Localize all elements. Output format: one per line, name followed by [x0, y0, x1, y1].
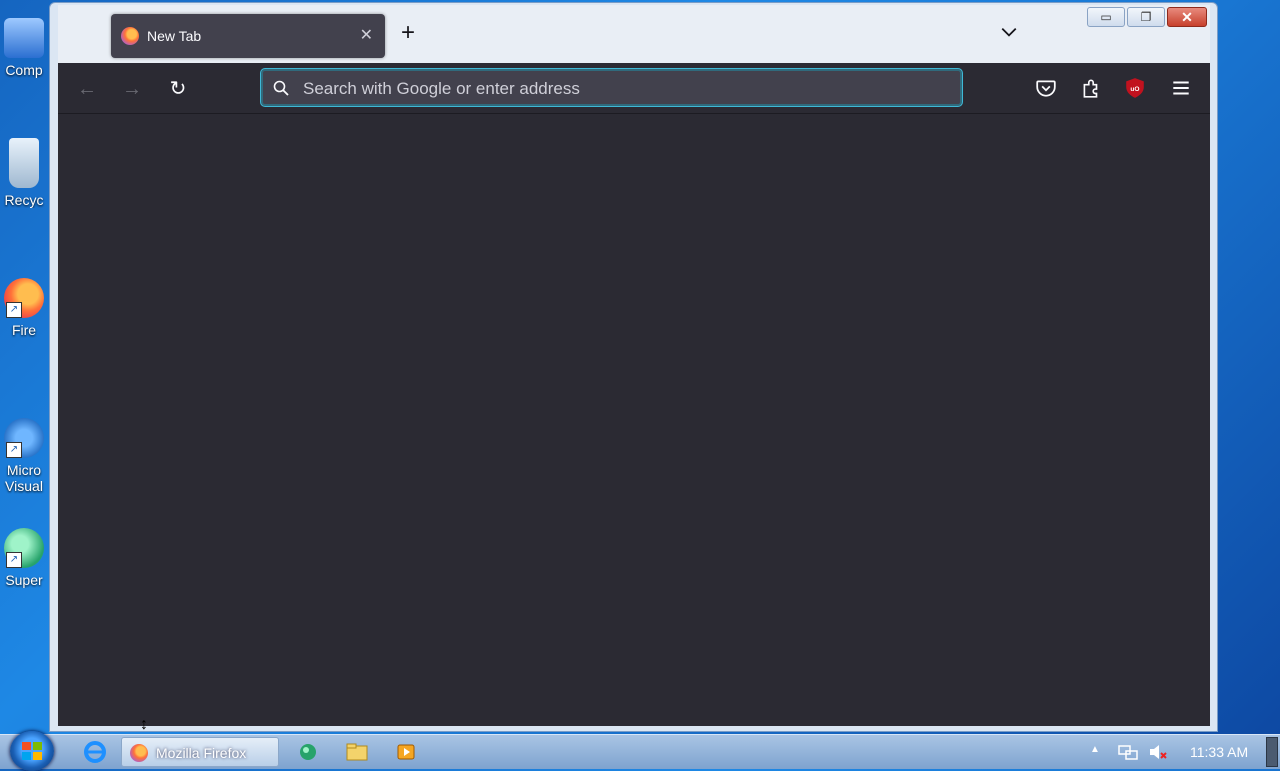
desktop-icon-label: Micro: [6, 462, 42, 478]
desktop-icon-computer[interactable]: Comp: [0, 18, 48, 78]
start-button[interactable]: [10, 731, 54, 771]
tab-title: New Tab: [147, 28, 202, 44]
svg-text:uO: uO: [1130, 86, 1139, 93]
nav-toolbar: ← → ↻ uO: [58, 63, 1210, 113]
desktop-icon-label: Comp: [5, 62, 43, 78]
app-icon: ↗: [4, 528, 44, 568]
back-button[interactable]: ←: [75, 77, 99, 101]
url-input[interactable]: [301, 75, 945, 103]
forward-button[interactable]: →: [120, 77, 144, 101]
desktop-icon-app[interactable]: ↗ Super: [0, 528, 48, 588]
clock[interactable]: 11:33 AM: [1190, 744, 1248, 760]
desktop-icon-label: Recyc: [4, 192, 44, 208]
tab-new-tab[interactable]: New Tab ✕: [111, 14, 385, 58]
shortcut-arrow-icon: ↗: [6, 552, 22, 568]
visual-studio-icon: ↗: [4, 418, 44, 458]
computer-icon: [4, 18, 44, 58]
maximize-icon: ❐: [1140, 10, 1152, 24]
shortcut-arrow-icon: ↗: [6, 442, 22, 458]
tab-close-icon[interactable]: ✕: [360, 25, 373, 45]
desktop-icon-label-line2: Visual: [5, 478, 43, 494]
minimize-icon: ▭: [1100, 10, 1112, 24]
taskbar-firefox-button[interactable]: Mozilla Firefox: [121, 737, 279, 767]
list-all-tabs-icon[interactable]: [1000, 23, 1018, 41]
file-explorer-icon[interactable]: [345, 737, 369, 767]
new-tab-button[interactable]: +: [401, 21, 415, 45]
app-taskbar-icon[interactable]: [296, 737, 320, 767]
desktop-icon-recycle-bin[interactable]: Recyc: [0, 138, 48, 208]
tray-overflow-button[interactable]: ▲: [1090, 744, 1100, 755]
search-icon: [273, 80, 289, 96]
reload-button[interactable]: ↻: [166, 77, 190, 101]
network-icon[interactable]: [1118, 743, 1138, 761]
tab-strip: New Tab ✕ +: [58, 5, 1210, 63]
firefox-favicon-icon: [121, 27, 139, 45]
taskbar-firefox-label: Mozilla Firefox: [156, 745, 247, 761]
desktop-icon-label: Super: [5, 572, 43, 588]
internet-explorer-icon[interactable]: [82, 737, 108, 767]
page-content: [58, 113, 1210, 726]
firefox-window: New Tab ✕ + ▭ ❐ ✕ ← → ↻ Search with Goog…: [49, 2, 1218, 732]
window-close-button[interactable]: ✕: [1167, 7, 1207, 27]
show-desktop-button[interactable]: [1266, 737, 1278, 767]
shortcut-arrow-icon: ↗: [6, 302, 22, 318]
desktop-icon-visual-studio[interactable]: ↗ Micro Visual: [0, 418, 48, 494]
menu-icon[interactable]: [1170, 77, 1192, 99]
firefox-icon: [130, 744, 148, 762]
extensions-icon[interactable]: [1080, 77, 1102, 99]
pocket-icon[interactable]: [1035, 77, 1057, 99]
windows-logo-icon: [22, 742, 42, 760]
close-icon: ✕: [1181, 9, 1193, 25]
firefox-icon: ↗: [4, 278, 44, 318]
recycle-bin-icon: [9, 138, 39, 188]
window-minimize-button[interactable]: ▭: [1087, 7, 1125, 27]
volume-muted-icon[interactable]: [1148, 743, 1168, 761]
ublock-icon[interactable]: uO: [1124, 77, 1146, 99]
window-maximize-button[interactable]: ❐: [1127, 7, 1165, 27]
taskbar: Mozilla Firefox ▲ 11:33 AM: [0, 731, 1280, 771]
url-bar[interactable]: [261, 69, 962, 106]
desktop-icon-firefox[interactable]: ↗ Fire: [0, 278, 48, 338]
desktop-icon-label: Fire: [11, 322, 37, 338]
media-player-icon[interactable]: [394, 737, 418, 767]
resize-cursor-icon: ↕: [140, 716, 148, 733]
